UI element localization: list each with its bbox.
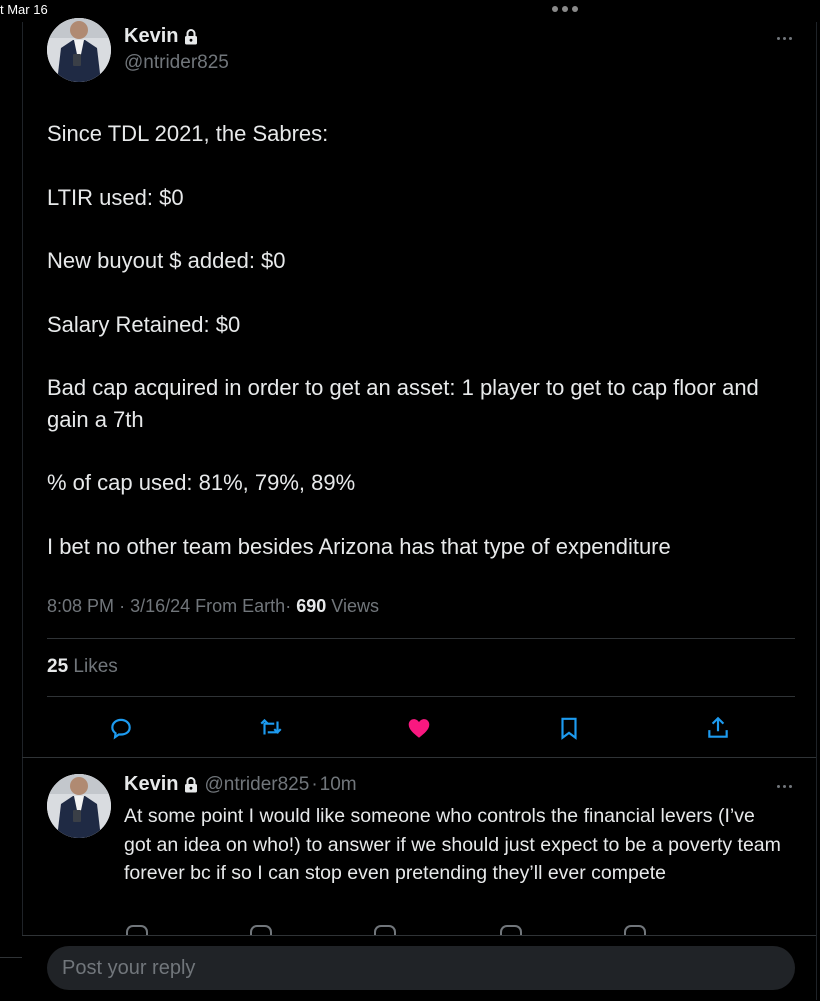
reply-more-options-icon[interactable] xyxy=(777,785,792,788)
status-bar: t Mar 16 xyxy=(0,0,820,22)
more-options-icon[interactable] xyxy=(777,37,792,40)
views-label[interactable]: Views xyxy=(331,596,379,616)
meta-sep: · xyxy=(311,773,318,795)
lock-icon xyxy=(184,28,198,45)
lock-icon xyxy=(184,776,198,793)
reply-age[interactable]: 10m xyxy=(320,774,357,796)
like-icon[interactable] xyxy=(406,715,432,741)
reply-author-row: Kevin @ntrider825 · 10m xyxy=(124,773,357,796)
reply-input[interactable] xyxy=(47,946,795,990)
tweet-line: Salary Retained: $0 xyxy=(47,311,241,337)
tweet-line: Bad cap acquired in order to get an asse… xyxy=(47,375,759,432)
status-date: t Mar 16 xyxy=(0,2,48,17)
tweet-line: Since TDL 2021, the Sabres: xyxy=(47,121,329,146)
divider xyxy=(22,757,816,758)
share-icon[interactable] xyxy=(705,715,731,741)
reply-author-handle[interactable]: @ntrider825 xyxy=(204,774,309,796)
retweet-icon[interactable] xyxy=(258,715,284,741)
likes-summary[interactable]: 25 Likes xyxy=(47,656,118,678)
tweet-meta: 8:08 PM · 3/16/24 From Earth· 690 Views xyxy=(47,596,379,617)
tweet-source: From Earth xyxy=(195,596,286,616)
multitask-dots-icon[interactable] xyxy=(552,4,586,14)
divider xyxy=(47,638,795,639)
divider xyxy=(47,696,795,697)
meta-sep: · xyxy=(285,596,292,616)
tweet-text: Since TDL 2021, the Sabres: LTIR used: $… xyxy=(47,118,807,594)
timeline-border-right xyxy=(816,22,817,1000)
reply-author-name[interactable]: Kevin xyxy=(124,773,178,796)
reply-icon[interactable] xyxy=(108,715,134,741)
avatar[interactable] xyxy=(47,18,111,82)
likes-label: Likes xyxy=(73,656,118,677)
tweet-line: I bet no other team besides Arizona has … xyxy=(47,533,671,559)
tweet-line: LTIR used: $0 xyxy=(47,184,184,210)
reply-action-bar-cut xyxy=(124,925,744,935)
likes-count: 25 xyxy=(47,656,69,677)
sidebar-divider xyxy=(0,957,22,958)
tweet-date[interactable]: 3/16/24 xyxy=(130,596,190,616)
tweet-time[interactable]: 8:08 PM xyxy=(47,596,114,616)
tweet-line: % of cap used: 81%, 79%, 89% xyxy=(47,470,356,495)
reply-text: At some point I would like someone who c… xyxy=(124,805,781,884)
tweet-line: New buyout $ added: $0 xyxy=(47,248,286,273)
timeline-border-left xyxy=(22,22,23,1000)
author-handle[interactable]: @ntrider825 xyxy=(124,52,229,74)
reply-avatar[interactable] xyxy=(47,774,111,838)
author-row: Kevin xyxy=(124,25,198,48)
bookmark-icon[interactable] xyxy=(556,715,582,741)
author-name[interactable]: Kevin xyxy=(124,25,178,48)
meta-sep: · xyxy=(119,596,126,616)
views-count[interactable]: 690 xyxy=(296,596,326,616)
